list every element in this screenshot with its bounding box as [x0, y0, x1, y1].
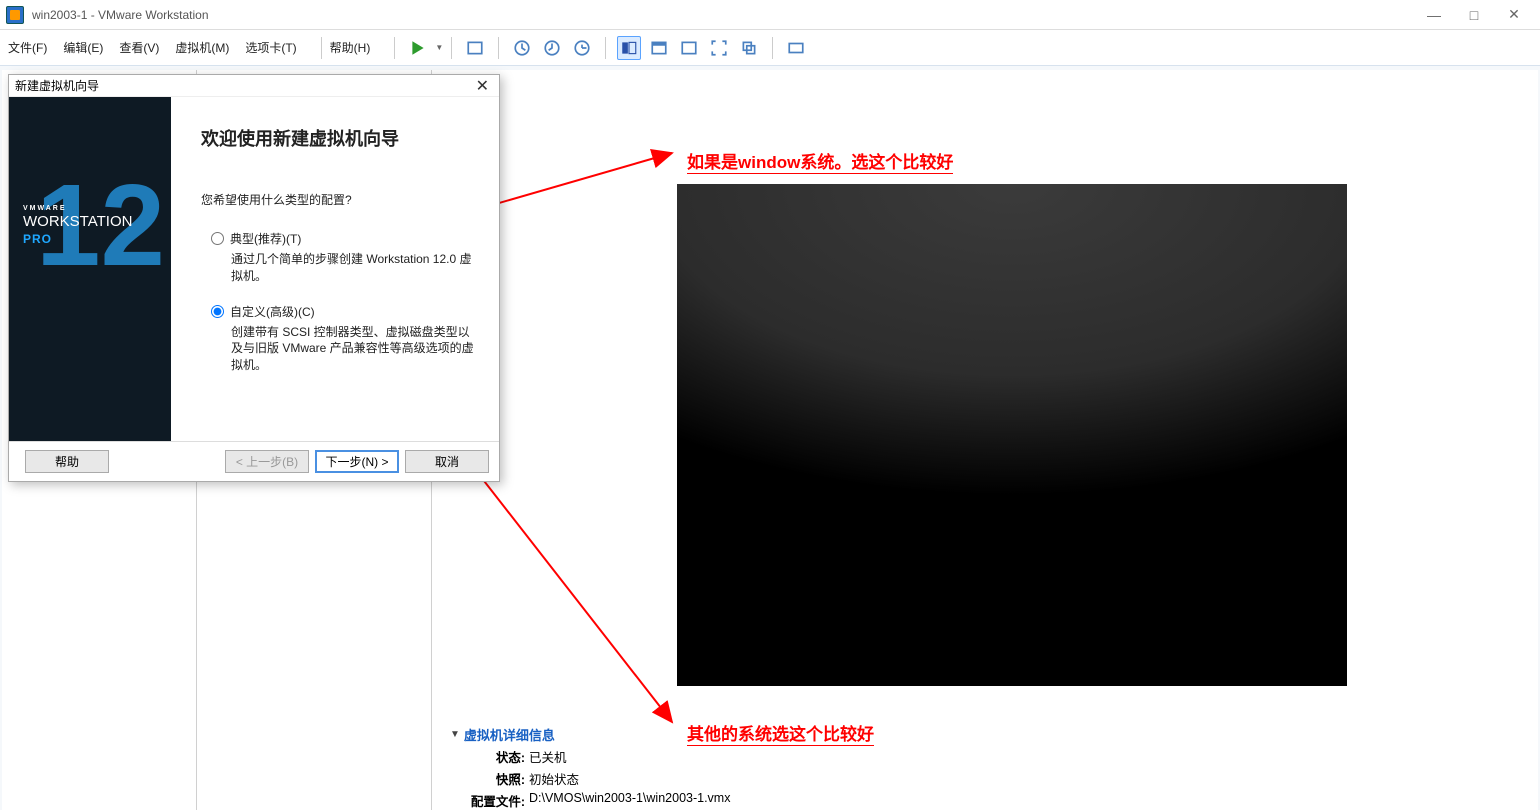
play-button[interactable]	[406, 36, 430, 60]
view-mode2-button[interactable]	[647, 36, 671, 60]
window-title: win2003-1 - VMware Workstation	[32, 8, 209, 22]
radio-custom[interactable]	[211, 305, 224, 318]
menu-vm[interactable]: 虚拟机(M)	[175, 39, 229, 56]
divider	[498, 37, 499, 59]
back-button[interactable]: < 上一步(B)	[225, 450, 309, 473]
divider	[605, 37, 606, 59]
brand-pro: PRO	[23, 232, 52, 246]
window-titlebar: win2003-1 - VMware Workstation ― □ ✕	[0, 0, 1540, 30]
menu-file[interactable]: 文件(F)	[8, 39, 47, 56]
help-button[interactable]: 帮助	[25, 450, 109, 473]
vm-preview	[677, 184, 1347, 686]
new-vm-wizard-dialog: 新建虚拟机向导 ✕ 12 VMWARE WORKSTATION PRO 欢迎使用…	[8, 74, 500, 482]
annotation-top: 如果是window系统。选这个比较好	[687, 148, 953, 174]
radio-custom-label: 自定义(高级)(C)	[230, 303, 315, 320]
view-mode3-button[interactable]	[677, 36, 701, 60]
detail-snapshot-label: 快照:	[450, 769, 525, 788]
detail-snapshot-value: 初始状态	[529, 769, 579, 788]
cancel-button[interactable]: 取消	[405, 450, 489, 473]
wizard-sidebar-image: 12 VMWARE WORKSTATION PRO	[9, 97, 171, 441]
maximize-button[interactable]: □	[1454, 4, 1494, 26]
detail-config-value: D:\VMOS\win2003-1\win2003-1.vmx	[529, 791, 730, 810]
main-pane: 如果是window系统。选这个比较好 其他的系统选这个比较好 ▼ 虚拟机详细信息	[432, 70, 1538, 810]
next-button[interactable]: 下一步(N) >	[315, 450, 399, 473]
wizard-heading: 欢迎使用新建虚拟机向导	[201, 125, 479, 151]
vm-details: ▼ 虚拟机详细信息 状态: 已关机 快照: 初始状态 配置文件: D:\VMOS…	[450, 725, 730, 810]
detail-state-value: 已关机	[529, 747, 567, 766]
divider	[451, 37, 452, 59]
wizard-title: 新建虚拟机向导	[15, 77, 99, 94]
collapse-icon[interactable]: ▼	[450, 729, 460, 740]
play-dropdown[interactable]: ▼	[435, 43, 443, 52]
close-button[interactable]: ✕	[1494, 4, 1534, 26]
clock1-icon[interactable]	[510, 36, 534, 60]
brand-small: VMWARE	[23, 205, 67, 212]
clock3-icon[interactable]	[570, 36, 594, 60]
vm-details-header[interactable]: ▼ 虚拟机详细信息	[450, 725, 730, 744]
menu-tabs[interactable]: 选项卡(T)	[245, 39, 296, 56]
wizard-titlebar[interactable]: 新建虚拟机向导 ✕	[9, 75, 499, 97]
wizard-footer: 帮助 < 上一步(B) 下一步(N) > 取消	[9, 441, 499, 481]
radio-typical-label: 典型(推荐)(T)	[230, 230, 301, 247]
unity-button[interactable]	[737, 36, 761, 60]
menu-help[interactable]: 帮助(H)	[330, 39, 371, 56]
menu-edit[interactable]: 编辑(E)	[63, 39, 103, 56]
divider	[772, 37, 773, 59]
library-button[interactable]	[784, 36, 808, 60]
radio-typical-desc: 通过几个简单的步骤创建 Workstation 12.0 虚拟机。	[231, 251, 479, 285]
brand-big: WORKSTATION	[23, 213, 132, 230]
wizard-body: 欢迎使用新建虚拟机向导 您希望使用什么类型的配置? 典型(推荐)(T) 通过几个…	[171, 97, 499, 441]
minimize-button[interactable]: ―	[1414, 4, 1454, 26]
menubar: 文件(F) 编辑(E) 查看(V) 虚拟机(M) 选项卡(T) 帮助(H) ▼	[0, 30, 1540, 66]
app-icon	[6, 6, 24, 24]
wizard-question: 您希望使用什么类型的配置?	[201, 191, 479, 208]
snapshot-button[interactable]	[463, 36, 487, 60]
clock2-icon[interactable]	[540, 36, 564, 60]
divider	[321, 37, 322, 59]
fullscreen-button[interactable]	[707, 36, 731, 60]
vm-details-title: 虚拟机详细信息	[464, 725, 555, 744]
detail-state-label: 状态:	[450, 747, 525, 766]
view-mode1-button[interactable]	[617, 36, 641, 60]
detail-config-label: 配置文件:	[450, 791, 525, 810]
radio-custom-desc: 创建带有 SCSI 控制器类型、虚拟磁盘类型以及与旧版 VMware 产品兼容性…	[231, 324, 479, 374]
divider	[394, 37, 395, 59]
wizard-close-button[interactable]: ✕	[472, 76, 493, 96]
radio-option-typical[interactable]: 典型(推荐)(T) 通过几个简单的步骤创建 Workstation 12.0 虚…	[211, 230, 479, 285]
radio-typical[interactable]	[211, 232, 224, 245]
radio-option-custom[interactable]: 自定义(高级)(C) 创建带有 SCSI 控制器类型、虚拟磁盘类型以及与旧版 V…	[211, 303, 479, 374]
menu-view[interactable]: 查看(V)	[119, 39, 159, 56]
